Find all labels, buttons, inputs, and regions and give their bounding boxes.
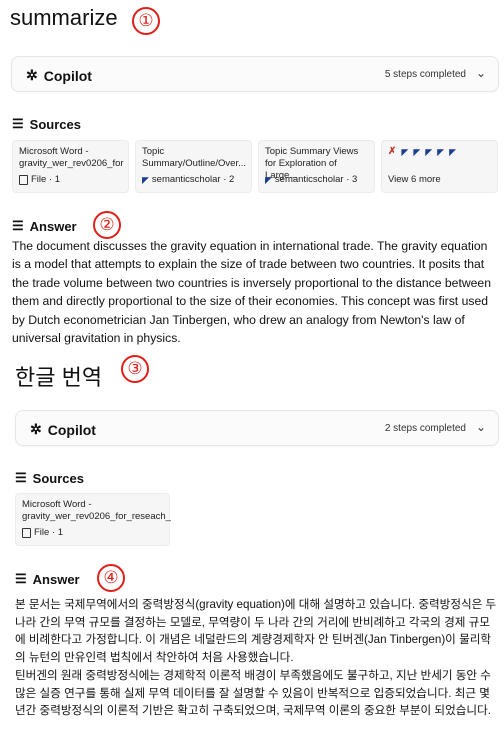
semanticscholar-icon: ◤ [142, 175, 149, 185]
annotation-marker-3: ③ [121, 355, 149, 383]
query-text-korean: 한글 번역 [15, 365, 103, 390]
annotation-marker-1: ① [132, 7, 160, 35]
source-card-2[interactable]: Topic Summary/Outline/Over... ◤ semantics… [135, 140, 252, 193]
source-title: Microsoft Word - gravity_wer_rev0206_for [19, 146, 124, 169]
answer-heading-2: ☰ Answer [15, 571, 80, 587]
source-meta: File · 1 [22, 527, 63, 539]
annotation-marker-4: ④ [97, 564, 125, 592]
copilot-steps: 5 steps completed [384, 69, 466, 80]
copilot-panel[interactable]: ✲ Copilot 5 steps completed ⌄ [11, 56, 499, 92]
view-more-label: View 6 more [388, 174, 441, 185]
answer-text: The document discusses the gravity equat… [12, 239, 491, 346]
answer-icon: ☰ [15, 571, 27, 586]
source-meta: File · 1 [19, 174, 60, 186]
source-card-1[interactable]: Microsoft Word - gravity_wer_rev0206_for… [12, 140, 129, 193]
source-meta: ◤ semanticscholar · 2 [142, 174, 235, 185]
chevron-down-icon[interactable]: ⌄ [476, 66, 486, 80]
sources-icon: ☰ [15, 470, 27, 485]
semanticscholar-icon: ◤ [437, 147, 445, 157]
copilot-panel-2[interactable]: ✲ Copilot 2 steps completed ⌄ [15, 410, 499, 446]
answer-icon: ☰ [12, 218, 24, 233]
copilot-steps: 2 steps completed [384, 423, 466, 434]
copilot-sparkle-icon: ✲ [26, 67, 38, 83]
answer-heading: ☰ Answer [12, 218, 77, 234]
file-icon [19, 175, 28, 185]
x-icon: ✗ [388, 146, 397, 157]
chevron-down-icon[interactable]: ⌄ [476, 420, 486, 434]
source-card-ko-1[interactable]: Microsoft Word - gravity_wer_rev0206_for… [15, 493, 171, 546]
sources-heading: ☰ Sources [12, 116, 81, 132]
source-meta: ◤ semanticscholar · 3 [265, 174, 358, 185]
source-card-3[interactable]: Topic Summary Views for Exploration of L… [258, 140, 375, 193]
source-favicons: ✗ ◤ ◤ ◤ ◤ ◤ [388, 146, 491, 158]
semanticscholar-icon: ◤ [265, 175, 272, 185]
source-title: Microsoft Word - gravity_wer_rev0206_for… [22, 499, 171, 522]
copilot-label: ✲ Copilot [30, 421, 96, 438]
sources-heading-2: ☰ Sources [15, 470, 84, 486]
annotation-marker-2: ② [93, 211, 121, 239]
semanticscholar-icon: ◤ [401, 147, 409, 157]
file-icon [22, 528, 31, 538]
semanticscholar-icon: ◤ [449, 147, 456, 157]
copilot-sparkle-icon: ✲ [30, 421, 42, 437]
source-title: Topic Summary/Outline/Over... [142, 146, 247, 169]
semanticscholar-icon: ◤ [413, 147, 421, 157]
view-more-sources[interactable]: ✗ ◤ ◤ ◤ ◤ ◤ View 6 more [381, 140, 498, 193]
copilot-label: ✲ Copilot [26, 67, 92, 84]
query-text: summarize [10, 5, 118, 30]
answer-text-korean-p2: 틴버겐의 원래 중력방정식에는 경제학적 이론적 배경이 부족했음에도 불구하고… [15, 669, 491, 718]
answer-text-korean-p1: 본 문서는 국제무역에서의 중력방정식(gravity equation)에 대… [15, 598, 497, 664]
semanticscholar-icon: ◤ [425, 147, 433, 157]
sources-icon: ☰ [12, 116, 24, 131]
